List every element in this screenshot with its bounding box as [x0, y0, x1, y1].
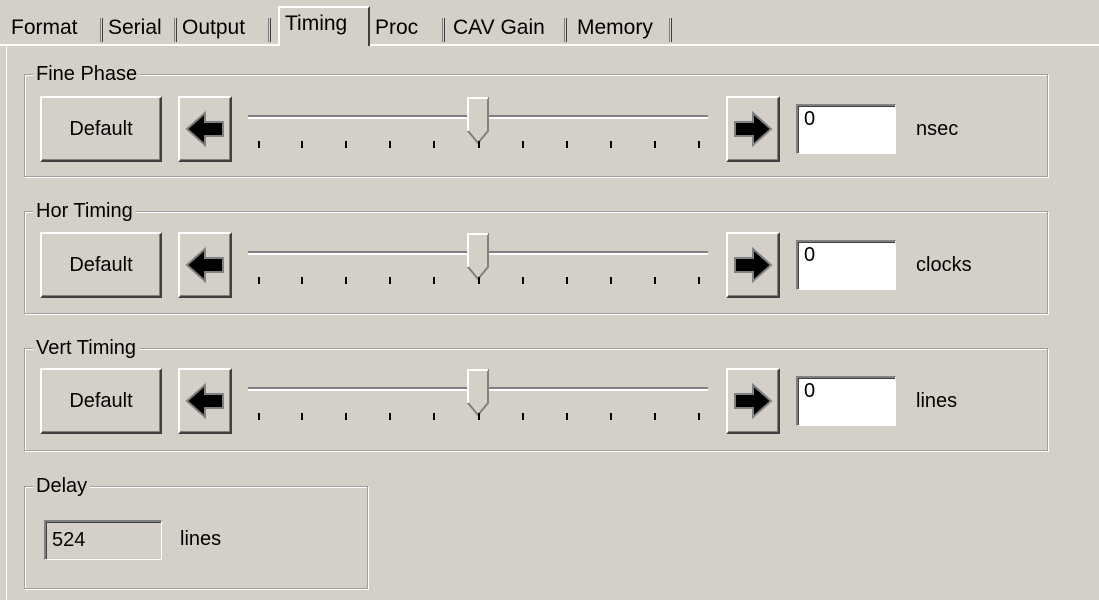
- delay-title: Delay: [33, 474, 91, 498]
- slider-thumb[interactable]: [467, 369, 489, 417]
- hor-timing-value-field[interactable]: 0: [796, 240, 896, 290]
- vert-timing-slider[interactable]: [248, 368, 708, 428]
- hor-timing-increment-button[interactable]: [726, 232, 780, 298]
- tab-cav-gain[interactable]: CAV Gain: [448, 14, 567, 45]
- fine-phase-unit: nsec: [916, 118, 959, 140]
- fine-phase-default-button[interactable]: Default: [40, 96, 162, 162]
- fine-phase-decrement-button[interactable]: [178, 96, 232, 162]
- tab-serial[interactable]: Serial: [103, 14, 177, 45]
- tab-memory[interactable]: Memory: [572, 14, 672, 45]
- vert-timing-default-button[interactable]: Default: [40, 368, 162, 434]
- tab-output[interactable]: Output: [177, 14, 271, 45]
- hor-timing-slider[interactable]: [248, 232, 708, 292]
- hor-timing-default-button[interactable]: Default: [40, 232, 162, 298]
- fine-phase-slider[interactable]: [248, 96, 708, 156]
- left-arrow-icon: [185, 382, 224, 420]
- delay-value-field: 524: [44, 520, 162, 560]
- left-arrow-icon: [185, 246, 224, 284]
- fine-phase-value-field[interactable]: 0: [796, 104, 896, 154]
- vert-timing-decrement-button[interactable]: [178, 368, 232, 434]
- vert-timing-unit: lines: [916, 390, 958, 412]
- fine-phase-title: Fine Phase: [33, 62, 141, 86]
- hor-timing-decrement-button[interactable]: [178, 232, 232, 298]
- hor-timing-title: Hor Timing: [33, 199, 136, 223]
- vert-timing-title: Vert Timing: [33, 336, 140, 360]
- slider-thumb[interactable]: [467, 233, 489, 281]
- tab-bar: Format Serial Output Timing Proc CAV Gai…: [0, 0, 1099, 46]
- fine-phase-increment-button[interactable]: [726, 96, 780, 162]
- right-arrow-icon: [734, 246, 773, 284]
- tab-proc[interactable]: Proc: [370, 14, 445, 45]
- left-arrow-icon: [185, 110, 224, 148]
- vert-timing-value-field[interactable]: 0: [796, 376, 896, 426]
- vert-timing-increment-button[interactable]: [726, 368, 780, 434]
- tab-timing[interactable]: Timing: [278, 6, 370, 46]
- tab-format[interactable]: Format: [6, 14, 103, 45]
- hor-timing-unit: clocks: [916, 254, 972, 276]
- delay-unit: lines: [180, 528, 222, 550]
- right-arrow-icon: [734, 110, 773, 148]
- slider-thumb[interactable]: [467, 97, 489, 145]
- right-arrow-icon: [734, 382, 773, 420]
